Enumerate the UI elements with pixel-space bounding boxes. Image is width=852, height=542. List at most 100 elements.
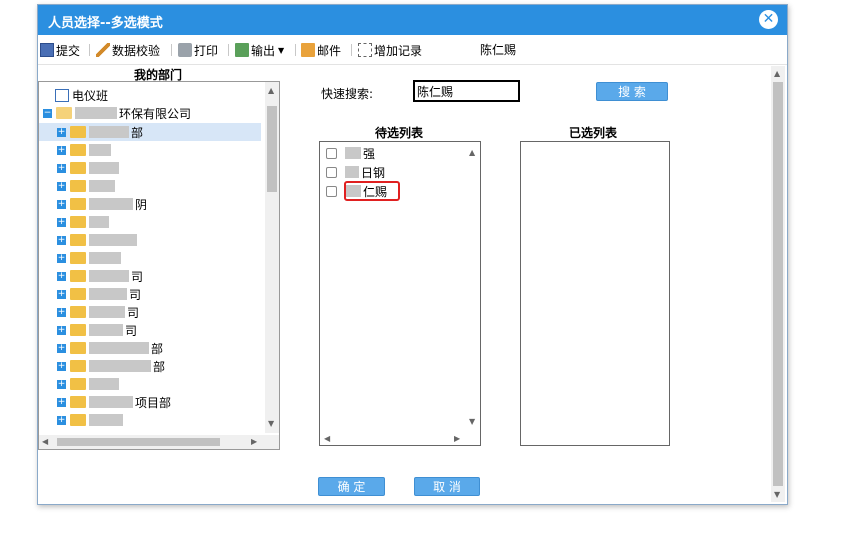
tree-item-label: 部	[131, 125, 144, 140]
export-icon	[235, 43, 249, 57]
expand-icon[interactable]: +	[57, 307, 66, 317]
folder-icon	[70, 306, 86, 318]
folder-icon	[70, 162, 86, 174]
tree-item-department[interactable]: +	[57, 249, 123, 267]
redacted-text	[89, 126, 129, 138]
expand-icon[interactable]: +	[57, 397, 66, 407]
submit-button[interactable]: 提交	[40, 41, 80, 59]
candidate-item[interactable]: 强	[326, 144, 375, 162]
folder-icon	[70, 288, 86, 300]
scroll-right-icon[interactable]: ▶	[454, 434, 460, 443]
expand-icon[interactable]: +	[57, 163, 66, 173]
scroll-down-icon[interactable]: ▼	[268, 419, 274, 428]
candidate-item[interactable]: 日钢	[326, 163, 385, 181]
cancel-button[interactable]: 取 消	[414, 477, 480, 496]
scroll-up-icon[interactable]: ▲	[469, 148, 475, 157]
expand-icon[interactable]: +	[57, 361, 66, 371]
expand-icon[interactable]: +	[57, 343, 66, 353]
expand-icon[interactable]: +	[57, 199, 66, 209]
tree-item-department[interactable]: +	[57, 411, 125, 429]
redacted-text	[89, 396, 133, 408]
redacted-text	[89, 342, 149, 354]
expand-icon[interactable]: +	[57, 145, 66, 155]
toolbar-divider	[171, 44, 172, 56]
expand-icon[interactable]: +	[57, 289, 66, 299]
expand-icon[interactable]: +	[57, 127, 66, 137]
ok-button[interactable]: 确 定	[318, 477, 385, 496]
tree-item-department[interactable]: +	[57, 375, 121, 393]
validate-button[interactable]: 数据校验	[96, 41, 160, 59]
add-record-button[interactable]: 增加记录	[358, 41, 422, 59]
folder-icon	[70, 234, 86, 246]
tree-item-department[interactable]: + 司	[57, 321, 137, 339]
selected-list	[520, 141, 670, 446]
scroll-up-icon[interactable]: ▲	[268, 86, 274, 95]
scroll-thumb[interactable]	[267, 106, 277, 192]
expand-icon[interactable]: +	[57, 379, 66, 389]
folder-icon	[70, 324, 86, 336]
add-record-label: 增加记录	[374, 43, 423, 58]
search-button[interactable]: 搜 索	[596, 82, 668, 101]
tree-item-department[interactable]: +	[57, 159, 121, 177]
scroll-left-icon[interactable]: ◀	[42, 437, 48, 446]
highlight-box	[344, 181, 400, 201]
redacted-text	[89, 162, 119, 174]
candidate-label: 强	[363, 146, 376, 161]
scroll-up-icon[interactable]: ▲	[774, 69, 780, 78]
tree-item-root[interactable]: 电仪班	[55, 86, 108, 104]
tree-horizontal-scrollbar[interactable]: ◀ ▶	[39, 435, 279, 449]
tree-item-department[interactable]: + 司	[57, 285, 141, 303]
dropdown-caret-icon: ▼	[278, 45, 285, 55]
expand-icon[interactable]: +	[57, 271, 66, 281]
checkbox[interactable]	[326, 166, 337, 178]
folder-icon	[70, 216, 86, 228]
tree-item-department[interactable]: +	[57, 213, 111, 231]
print-button[interactable]: 打印	[178, 41, 218, 59]
tree-item-department[interactable]: + 部	[57, 357, 165, 375]
tree-item-department[interactable]: +	[57, 177, 117, 195]
expand-icon[interactable]: +	[57, 325, 66, 335]
tree-vertical-scrollbar[interactable]: ▲ ▼	[265, 82, 279, 433]
folder-icon	[70, 342, 86, 354]
expand-icon[interactable]: +	[57, 235, 66, 245]
tree-item-department[interactable]: +	[57, 231, 139, 249]
scroll-down-icon[interactable]: ▼	[774, 490, 780, 499]
close-icon[interactable]: ✕	[759, 10, 778, 29]
scroll-right-icon[interactable]: ▶	[251, 437, 257, 446]
scroll-thumb[interactable]	[57, 438, 220, 446]
tree-item-label: 司	[125, 323, 138, 338]
tree-item-company[interactable]: − 环保有限公司	[43, 104, 191, 122]
tree-item-department[interactable]: + 阴	[57, 195, 147, 213]
expand-icon[interactable]: +	[57, 253, 66, 263]
quick-search-input[interactable]	[413, 80, 520, 102]
tree-item-department[interactable]: + 司	[57, 267, 143, 285]
export-button[interactable]: 输出 ▼	[235, 41, 284, 59]
expand-icon[interactable]: +	[57, 415, 66, 425]
expand-icon[interactable]: +	[57, 217, 66, 227]
tree-item-label: 环保有限公司	[119, 106, 192, 121]
toolbar-divider	[228, 44, 229, 56]
tree-item-department[interactable]: +	[57, 141, 113, 159]
scroll-left-icon[interactable]: ◀	[324, 434, 330, 443]
redacted-text	[89, 324, 123, 336]
scroll-thumb[interactable]	[773, 82, 783, 486]
mail-button[interactable]: 邮件	[301, 41, 341, 59]
checkbox[interactable]	[326, 147, 337, 159]
tree-item-department[interactable]: + 部	[39, 123, 261, 141]
tree-item-department[interactable]: + 项目部	[57, 393, 171, 411]
dialog-vertical-scrollbar[interactable]: ▲ ▼	[771, 66, 785, 502]
candidate-list-title: 待选列表	[375, 126, 424, 140]
tree-item-label: 司	[131, 269, 144, 284]
tree-item-department[interactable]: + 部	[57, 339, 163, 357]
scroll-down-icon[interactable]: ▼	[469, 417, 475, 426]
selected-list-title: 已选列表	[569, 126, 618, 140]
folder-icon	[70, 126, 86, 138]
checkbox[interactable]	[326, 185, 337, 197]
tree-item-label: 项目部	[135, 395, 172, 410]
tree-item-department[interactable]: + 司	[57, 303, 139, 321]
folder-icon	[70, 378, 86, 390]
folder-icon	[70, 414, 86, 426]
folder-icon	[70, 144, 86, 156]
tree-item-label: 阴	[135, 197, 148, 212]
expand-icon[interactable]: +	[57, 181, 66, 191]
